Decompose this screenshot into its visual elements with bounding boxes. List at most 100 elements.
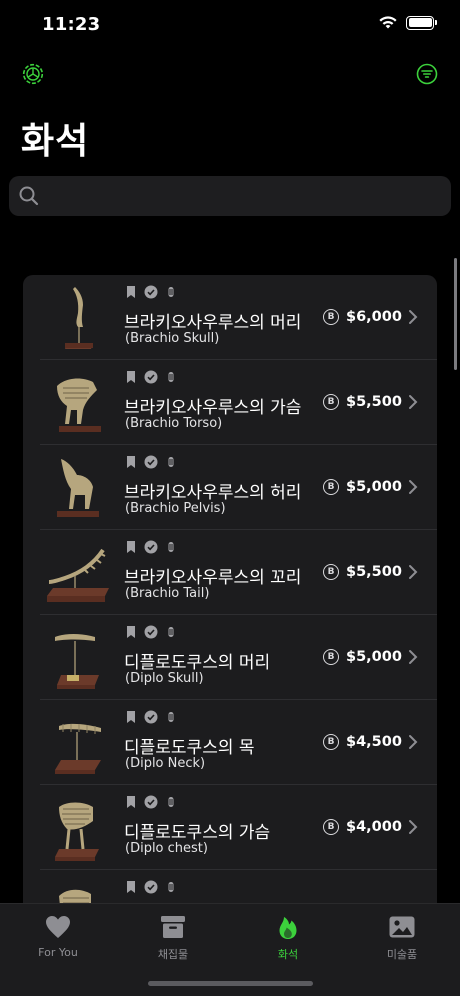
status-badges bbox=[124, 540, 178, 554]
fossil-thumbnail bbox=[55, 723, 101, 774]
list-item[interactable]: 디플로도쿠스의 머리 (Diplo Skull) B $5,000 bbox=[23, 615, 437, 700]
bookmark-icon[interactable] bbox=[124, 880, 138, 894]
list-item[interactable]: 브라키오사우루스의 가슴 (Brachio Torso) B $5,500 bbox=[23, 360, 437, 445]
tab-label: 미술품 bbox=[386, 948, 418, 961]
checkmark-circle-icon[interactable] bbox=[144, 455, 158, 469]
item-english-name: (Diplo chest) bbox=[125, 841, 208, 856]
bell-coin-icon: B bbox=[323, 649, 339, 665]
bookmark-icon[interactable] bbox=[124, 710, 138, 724]
checkmark-circle-icon[interactable] bbox=[144, 625, 158, 639]
list-item[interactable]: 브라키오사우루스의 꼬리 (Brachio Tail) B $5,500 bbox=[23, 530, 437, 615]
checkmark-circle-icon[interactable] bbox=[144, 370, 158, 384]
wifi-icon bbox=[379, 16, 397, 29]
tab-label: 채집물 bbox=[157, 948, 189, 961]
item-english-name: (Diplo Neck) bbox=[125, 756, 206, 771]
checkmark-circle-icon[interactable] bbox=[144, 795, 158, 809]
item-price: $5,000 bbox=[346, 479, 402, 495]
bell-coin-icon: B bbox=[323, 309, 339, 325]
status-badges bbox=[124, 880, 178, 894]
chevron-right-icon bbox=[409, 565, 418, 579]
fossil-thumbnail bbox=[55, 802, 99, 861]
fossil-thumbnail bbox=[47, 548, 109, 602]
bookmark-icon[interactable] bbox=[124, 285, 138, 299]
status-badges bbox=[124, 625, 178, 639]
bookmark-icon[interactable] bbox=[124, 370, 138, 384]
fossil-thumbnail bbox=[57, 459, 99, 517]
museum-icon bbox=[168, 542, 174, 552]
chevron-right-icon bbox=[409, 395, 418, 409]
checkmark-circle-icon[interactable] bbox=[144, 540, 158, 554]
museum-icon bbox=[168, 457, 174, 467]
search-icon bbox=[19, 186, 39, 206]
museum-icon bbox=[168, 712, 174, 722]
bell-coin-icon: B bbox=[323, 479, 339, 495]
list-item[interactable]: 브라키오사우루스의 허리 (Brachio Pelvis) B $5,000 bbox=[23, 445, 437, 530]
checkmark-circle-icon[interactable] bbox=[144, 880, 158, 894]
tab-art[interactable]: 미술품 bbox=[356, 914, 448, 964]
fossil-thumbnail bbox=[57, 378, 101, 432]
chevron-right-icon bbox=[409, 820, 418, 834]
bell-coin-icon: B bbox=[323, 819, 339, 835]
status-badges bbox=[124, 455, 178, 469]
item-price: $6,000 bbox=[346, 309, 402, 325]
item-english-name: (Brachio Pelvis) bbox=[125, 501, 226, 516]
page-title: 화석 bbox=[21, 121, 90, 162]
picture-icon bbox=[389, 916, 415, 938]
checkmark-circle-icon[interactable] bbox=[144, 285, 158, 299]
item-name: 브라키오사우루스의 허리 bbox=[124, 483, 302, 503]
museum-icon bbox=[168, 882, 174, 892]
bell-coin-icon: B bbox=[323, 394, 339, 410]
item-name: 브라키오사우루스의 가슴 bbox=[124, 398, 302, 418]
museum-icon bbox=[168, 372, 174, 382]
fossil-list: 브라키오사우루스의 머리 (Brachio Skull) B $6,000 브라… bbox=[23, 275, 437, 915]
status-icons bbox=[378, 15, 437, 30]
list-item[interactable]: 브라키오사우루스의 머리 (Brachio Skull) B $6,000 bbox=[23, 275, 437, 360]
item-price: $4,000 bbox=[346, 819, 402, 835]
item-name: 브라키오사우루스의 머리 bbox=[124, 313, 302, 333]
item-english-name: (Diplo Skull) bbox=[125, 671, 204, 686]
item-english-name: (Brachio Tail) bbox=[125, 586, 210, 601]
item-price: $5,500 bbox=[346, 394, 402, 410]
status-badges bbox=[124, 795, 178, 809]
museum-icon bbox=[168, 627, 174, 637]
bookmark-icon[interactable] bbox=[124, 455, 138, 469]
museum-icon bbox=[168, 797, 174, 807]
filter-icon[interactable] bbox=[415, 62, 439, 86]
chevron-right-icon bbox=[409, 735, 418, 749]
item-price: $5,500 bbox=[346, 564, 402, 580]
status-bar: 11:23 bbox=[0, 0, 460, 50]
search-input[interactable] bbox=[49, 176, 439, 216]
tab-fossils[interactable]: 화석 bbox=[242, 914, 334, 964]
museum-icon bbox=[168, 287, 174, 297]
item-name: 디플로도쿠스의 목 bbox=[124, 738, 255, 758]
item-price: $5,000 bbox=[346, 649, 402, 665]
status-badges bbox=[124, 285, 178, 299]
item-name: 디플로도쿠스의 머리 bbox=[124, 653, 271, 673]
bookmark-icon[interactable] bbox=[124, 795, 138, 809]
settings-gear-icon[interactable] bbox=[21, 62, 45, 86]
bell-coin-icon: B bbox=[323, 734, 339, 750]
bell-coin-icon: B bbox=[323, 564, 339, 580]
archive-box-icon bbox=[161, 916, 185, 938]
scroll-indicator[interactable] bbox=[454, 258, 457, 370]
tab-label: For You bbox=[38, 946, 78, 959]
chevron-right-icon bbox=[409, 480, 418, 494]
list-item[interactable]: 디플로도쿠스의 목 (Diplo Neck) B $4,500 bbox=[23, 700, 437, 785]
search-bar[interactable] bbox=[9, 176, 451, 216]
item-price: $4,500 bbox=[346, 734, 402, 750]
bookmark-icon[interactable] bbox=[124, 540, 138, 554]
bookmark-icon[interactable] bbox=[124, 625, 138, 639]
fossil-thumbnail bbox=[55, 634, 99, 689]
chevron-right-icon bbox=[409, 650, 418, 664]
tab-for-you[interactable]: For You bbox=[12, 914, 104, 964]
fossil-thumbnail bbox=[65, 287, 93, 349]
checkmark-circle-icon[interactable] bbox=[144, 710, 158, 724]
battery-icon bbox=[406, 15, 437, 30]
list-item[interactable]: 디플로도쿠스의 가슴 (Diplo chest) B $4,000 bbox=[23, 785, 437, 870]
home-indicator[interactable] bbox=[148, 981, 313, 986]
chevron-right-icon bbox=[409, 310, 418, 324]
flame-icon bbox=[279, 917, 297, 939]
item-name: 디플로도쿠스의 가슴 bbox=[124, 823, 271, 843]
tab-collectibles[interactable]: 채집물 bbox=[127, 914, 219, 964]
item-name: 브라키오사우루스의 꼬리 bbox=[124, 568, 302, 588]
